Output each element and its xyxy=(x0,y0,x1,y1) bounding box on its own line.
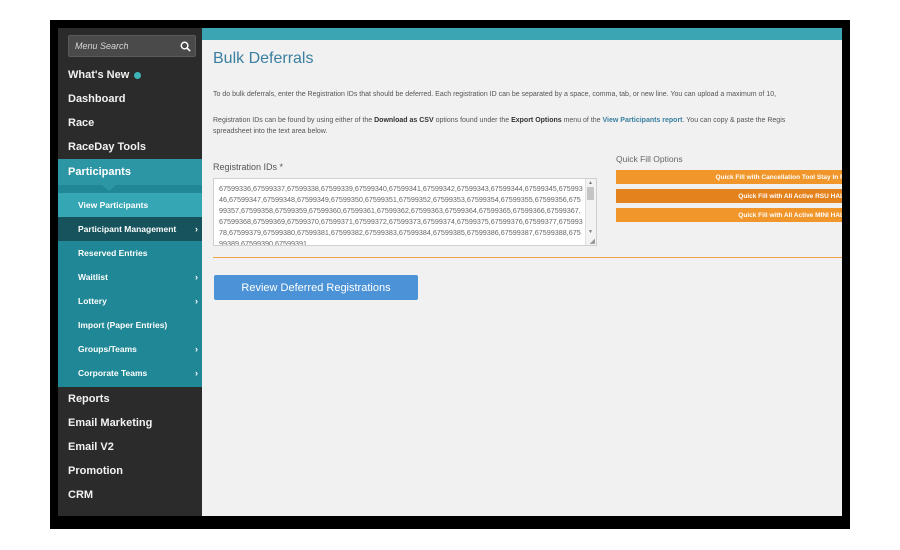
new-indicator-icon xyxy=(134,71,142,79)
registration-ids-label: Registration IDs * xyxy=(213,162,284,172)
sub-label: Corporate Teams xyxy=(78,368,148,378)
scroll-down-icon[interactable]: ▼ xyxy=(588,229,593,235)
nav-label: Email V2 xyxy=(68,441,114,453)
registration-ids-textarea[interactable]: 67599336,67599337,67599338,67599339,6759… xyxy=(213,178,597,246)
participants-submenu: View Participants Participant Management… xyxy=(58,185,202,387)
scroll-up-icon[interactable]: ▲ xyxy=(588,180,593,186)
nav-dashboard[interactable]: Dashboard xyxy=(58,87,202,111)
help-text-part: options found under the xyxy=(433,117,512,124)
quick-fill-mini-button[interactable]: Quick Fill with All Active MINI HAL xyxy=(616,208,842,222)
review-deferred-registrations-button[interactable]: Review Deferred Registrations xyxy=(214,275,418,300)
help-text-part: menu of the xyxy=(561,117,603,124)
chevron-right-icon: › xyxy=(195,224,198,234)
chevron-right-icon: › xyxy=(195,272,198,282)
menu-search-input[interactable] xyxy=(75,41,175,51)
nav-label: RaceDay Tools xyxy=(68,141,147,153)
nav-label: Reports xyxy=(68,393,110,405)
sub-label: Participant Management xyxy=(78,224,177,234)
top-bar xyxy=(202,28,842,40)
nav-promotion[interactable]: Promotion xyxy=(58,459,202,483)
registration-ids-value: 67599336,67599337,67599338,67599339,6759… xyxy=(219,184,583,246)
nav-label: Email Marketing xyxy=(68,417,153,429)
help-text-part: . You can copy & paste the Regis xyxy=(682,117,786,124)
nav-reports[interactable]: Reports xyxy=(58,387,202,411)
nav-label: CRM xyxy=(68,489,94,501)
search-icon[interactable] xyxy=(180,41,191,52)
help-text: Registration IDs can be found by using e… xyxy=(213,115,785,126)
nav-email-marketing[interactable]: Email Marketing xyxy=(58,411,202,435)
nav-raceday-tools[interactable]: RaceDay Tools xyxy=(58,135,202,159)
nav-participants[interactable]: Participants xyxy=(58,159,202,191)
app-window: What's New Dashboard Race RaceDay Tools … xyxy=(58,28,842,516)
chevron-right-icon: › xyxy=(195,368,198,378)
sidebar: What's New Dashboard Race RaceDay Tools … xyxy=(58,28,202,516)
sidebar-item-groups-teams[interactable]: Groups/Teams › xyxy=(58,337,202,361)
sub-label: Reserved Entries xyxy=(78,248,148,258)
nav-crm[interactable]: CRM xyxy=(58,483,202,507)
main-content: Bulk Deferrals To do bulk deferrals, ent… xyxy=(202,28,842,516)
download-csv-text: Download as CSV xyxy=(374,117,434,124)
sidebar-item-participant-management[interactable]: Participant Management › xyxy=(58,217,202,241)
sidebar-item-corporate-teams[interactable]: Corporate Teams › xyxy=(58,361,202,385)
nav-whats-new[interactable]: What's New xyxy=(58,63,202,87)
sidebar-item-waitlist[interactable]: Waitlist › xyxy=(58,265,202,289)
sidebar-item-view-participants[interactable]: View Participants xyxy=(58,193,202,217)
resize-handle-icon[interactable]: ◢ xyxy=(590,237,595,245)
chevron-right-icon: › xyxy=(195,296,198,306)
help-text-line2: spreadsheet into the text area below. xyxy=(213,128,328,135)
sub-label: View Participants xyxy=(78,200,149,210)
view-participants-report-link[interactable]: View Participants report xyxy=(603,117,683,124)
sub-label: Waitlist xyxy=(78,272,108,282)
intro-text: To do bulk deferrals, enter the Registra… xyxy=(213,91,777,98)
sidebar-item-lottery[interactable]: Lottery › xyxy=(58,289,202,313)
nav-email-v2[interactable]: Email V2 xyxy=(58,435,202,459)
quick-fill-label: Quick Fill Options xyxy=(616,154,683,164)
nav-race[interactable]: Race xyxy=(58,111,202,135)
quick-fill-rsu-button[interactable]: Quick Fill with All Active RSU HAL xyxy=(616,189,842,203)
page-title: Bulk Deferrals xyxy=(213,50,314,67)
quick-fill-cancellation-button[interactable]: Quick Fill with Cancellation Tool Stay I… xyxy=(616,170,842,184)
nav-label: Dashboard xyxy=(68,93,126,105)
nav-label: Participants xyxy=(68,166,131,178)
sidebar-item-reserved-entries[interactable]: Reserved Entries xyxy=(58,241,202,265)
sub-label: Groups/Teams xyxy=(78,344,137,354)
textarea-scrollbar[interactable]: ▲ ▼ xyxy=(585,179,596,245)
export-options-text: Export Options xyxy=(511,117,562,124)
section-divider xyxy=(213,257,842,258)
active-pointer-icon xyxy=(102,185,116,191)
scroll-thumb[interactable] xyxy=(587,187,594,200)
sub-label: Lottery xyxy=(78,296,107,306)
sub-label: Import (Paper Entries) xyxy=(78,320,168,330)
help-text-part: Registration IDs can be found by using e… xyxy=(213,117,375,124)
nav-label: Race xyxy=(68,117,95,129)
sidebar-item-import-paper-entries[interactable]: Import (Paper Entries) xyxy=(58,313,202,337)
chevron-right-icon: › xyxy=(195,344,198,354)
nav-label: What's New xyxy=(68,69,130,81)
menu-search[interactable] xyxy=(68,35,196,57)
nav-label: Promotion xyxy=(68,465,123,477)
